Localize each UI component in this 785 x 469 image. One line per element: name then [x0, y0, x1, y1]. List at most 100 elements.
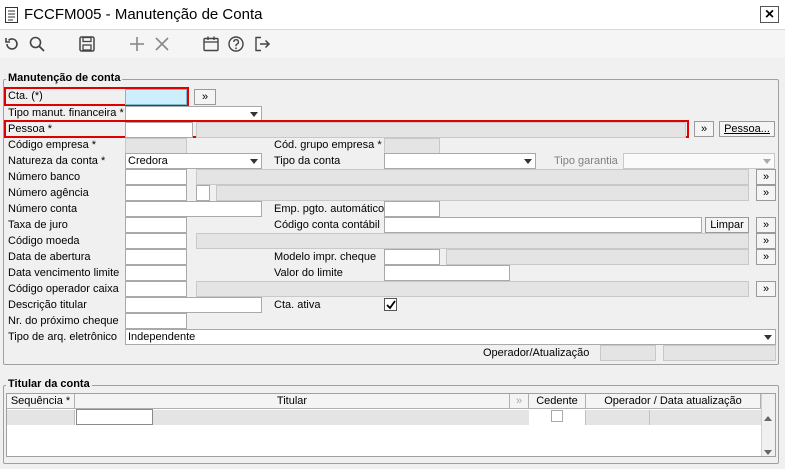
data-abertura-input[interactable] [125, 249, 187, 265]
numero-agencia-label: Número agência [8, 187, 89, 199]
tipo-garantia-label: Tipo garantia [554, 155, 618, 167]
col-cedente[interactable]: Cedente [529, 394, 586, 409]
codigo-moeda-label: Código moeda [8, 235, 80, 247]
save-icon[interactable] [77, 34, 97, 54]
chevron-down-icon [760, 154, 774, 168]
operador-atualizacao-label: Operador/Atualização [483, 347, 590, 359]
natureza-label: Natureza da conta * [8, 155, 106, 167]
descricao-titular-label: Descrição titular [8, 299, 87, 311]
search-icon[interactable] [27, 34, 47, 54]
contabil-lookup-button[interactable]: » [756, 217, 776, 233]
refresh-icon[interactable] [2, 34, 22, 54]
row-operador-cell [586, 410, 650, 425]
pessoa-lookup-button[interactable]: » [694, 121, 714, 137]
cancel-icon[interactable] [152, 34, 172, 54]
cta-input[interactable] [125, 89, 187, 105]
emp-pgto-input[interactable] [384, 201, 440, 217]
close-button[interactable]: × [760, 6, 779, 23]
tipo-conta-select[interactable] [384, 153, 536, 169]
titular-legend: Titular da conta [6, 378, 92, 390]
agencia-digit-input[interactable] [196, 185, 210, 201]
window-title: FCCFM005 - Manutenção de Conta [24, 6, 263, 23]
limpar-button[interactable]: Limpar [705, 217, 749, 233]
row-titular-code-cell[interactable] [76, 409, 153, 425]
tipo-arq-select[interactable]: Independente [125, 329, 776, 345]
scroll-down-icon[interactable] [764, 446, 772, 458]
cedente-checkbox[interactable] [551, 410, 563, 422]
toolbar [0, 30, 785, 58]
codigo-empresa-label: Código empresa * [8, 139, 97, 151]
agencia-name-display [216, 185, 749, 201]
codigo-operador-input[interactable] [125, 281, 187, 297]
operador-atualizacao-date [663, 345, 776, 361]
numero-banco-label: Número banco [8, 171, 81, 183]
numero-conta-input[interactable] [125, 201, 262, 217]
moeda-lookup-button[interactable]: » [756, 233, 776, 249]
nr-cheque-label: Nr. do próximo cheque [8, 315, 119, 327]
pessoa-button-label: Pessoa... [724, 123, 770, 135]
document-icon [5, 7, 18, 23]
codigo-moeda-input[interactable] [125, 233, 187, 249]
chevron-down-icon [521, 154, 535, 168]
banco-name-display [196, 169, 749, 185]
col-operador-data[interactable]: Operador / Data atualização [586, 394, 761, 409]
nr-cheque-input[interactable] [125, 313, 187, 329]
codigo-contabil-input[interactable] [384, 217, 702, 233]
data-abertura-label: Data de abertura [8, 251, 91, 263]
cta-ativa-label: Cta. ativa [274, 299, 321, 311]
tipo-conta-label: Tipo da conta [274, 155, 341, 167]
numero-agencia-input[interactable] [125, 185, 187, 201]
maintenance-legend: Manutenção de conta [6, 72, 123, 84]
tipo-garantia-select [623, 153, 775, 169]
cta-ativa-checkbox[interactable] [384, 298, 397, 311]
col-titular[interactable]: Titular [75, 394, 510, 409]
modelo-cheque-input[interactable] [384, 249, 440, 265]
chevron-down-icon [247, 154, 261, 168]
tipo-arq-value: Independente [128, 331, 196, 343]
calendar-icon[interactable] [201, 34, 221, 54]
natureza-select[interactable]: Credora [125, 153, 262, 169]
pessoa-label: Pessoa * [8, 123, 53, 135]
taxa-juro-input[interactable] [125, 217, 187, 233]
modelo-cheque-lookup-button[interactable]: » [756, 249, 776, 265]
exit-icon[interactable] [252, 34, 272, 54]
modelo-cheque-label: Modelo impr. cheque [274, 251, 377, 263]
valor-limite-input[interactable] [384, 265, 510, 281]
col-lookup[interactable]: » [510, 394, 529, 409]
pessoa-name-display [196, 122, 686, 138]
data-vencimento-label: Data vencimento limite [8, 267, 120, 279]
tipo-arq-label: Tipo de arq. eletrônico [8, 331, 118, 343]
codigo-empresa-input [125, 138, 187, 154]
chevron-down-icon [247, 107, 261, 121]
col-sequencia[interactable]: Sequência * [7, 394, 75, 409]
pessoa-button[interactable]: Pessoa... [719, 121, 775, 137]
check-icon [385, 299, 396, 309]
data-vencimento-input[interactable] [125, 265, 187, 281]
moeda-name-display [196, 233, 749, 249]
codigo-contabil-label: Código conta contábil [274, 219, 380, 231]
row-sequencia-cell [7, 410, 75, 425]
taxa-juro-label: Taxa de juro [8, 219, 68, 231]
cta-lookup-button[interactable]: » [194, 89, 216, 105]
tipo-manut-label: Tipo manut. financeira * [8, 107, 124, 119]
valor-limite-label: Valor do limite [274, 267, 343, 279]
natureza-value: Credora [128, 155, 168, 167]
emp-pgto-label: Emp. pgto. automático [274, 203, 385, 215]
descricao-titular-input[interactable] [125, 297, 262, 313]
scroll-up-icon[interactable] [764, 412, 772, 424]
row-data-cell [650, 410, 761, 425]
banco-lookup-button[interactable]: » [756, 169, 776, 185]
help-icon[interactable] [226, 34, 246, 54]
numero-conta-label: Número conta [8, 203, 78, 215]
agencia-lookup-button[interactable]: » [756, 185, 776, 201]
add-icon[interactable] [127, 34, 147, 54]
numero-banco-input[interactable] [125, 169, 187, 185]
cod-grupo-empresa-input [384, 138, 440, 154]
operador-lookup-button[interactable]: » [756, 281, 776, 297]
pessoa-code-input[interactable] [125, 122, 193, 138]
close-icon: × [764, 5, 775, 23]
operador-name-display [196, 281, 749, 297]
cod-grupo-empresa-label: Cód. grupo empresa * [274, 139, 382, 151]
row-titular-name-cell [153, 410, 529, 425]
codigo-operador-label: Código operador caixa [8, 283, 119, 295]
